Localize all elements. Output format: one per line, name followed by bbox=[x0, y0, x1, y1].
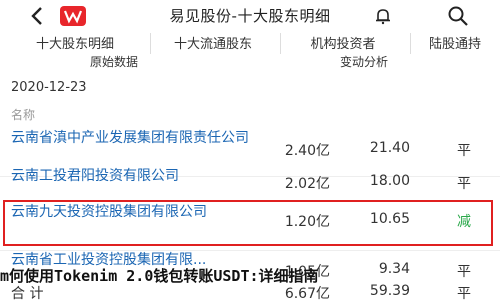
column-header-name: 名称 bbox=[11, 108, 36, 122]
holding-change: 平 bbox=[457, 143, 471, 159]
subtab-indicator bbox=[0, 70, 250, 71]
holding-amount: 2.02亿 bbox=[284, 176, 330, 192]
holding-percent: 21.40 bbox=[369, 140, 410, 156]
sub-tabs: 原始数据 变动分析 bbox=[0, 53, 500, 71]
holding-amount: 2.40亿 bbox=[284, 143, 330, 159]
app-header: 易见股份-十大股东明细 bbox=[0, 0, 500, 32]
subtab-change-analysis[interactable]: 变动分析 bbox=[340, 53, 388, 71]
bell-icon[interactable] bbox=[374, 7, 392, 25]
subtab-raw-data[interactable]: 原始数据 bbox=[90, 53, 138, 71]
holding-amount: 1.20亿 bbox=[284, 214, 330, 230]
overlay-caption: m何使用Tokenim 2.0钱包转账USDT:详细指南 bbox=[0, 267, 319, 285]
search-icon[interactable] bbox=[447, 5, 469, 27]
holding-change: 平 bbox=[457, 176, 471, 192]
report-date: 2020-12-23 bbox=[11, 80, 87, 95]
holder-name: 云南工投君阳投资有限公司 bbox=[11, 168, 179, 184]
holder-name: 云南九天投资控股集团有限公司 bbox=[11, 204, 207, 220]
holding-percent: 10.65 bbox=[369, 211, 410, 227]
holding-percent: 18.00 bbox=[369, 173, 410, 189]
holder-name: 云南省滇中产业发展集团有限责任公司 bbox=[11, 130, 249, 146]
holding-change: 减 bbox=[457, 214, 471, 230]
page-title: 易见股份-十大股东明细 bbox=[169, 7, 331, 25]
table-row-highlighted[interactable]: 云南九天投资控股集团有限公司 1.20亿 10.65 减 bbox=[0, 198, 500, 251]
